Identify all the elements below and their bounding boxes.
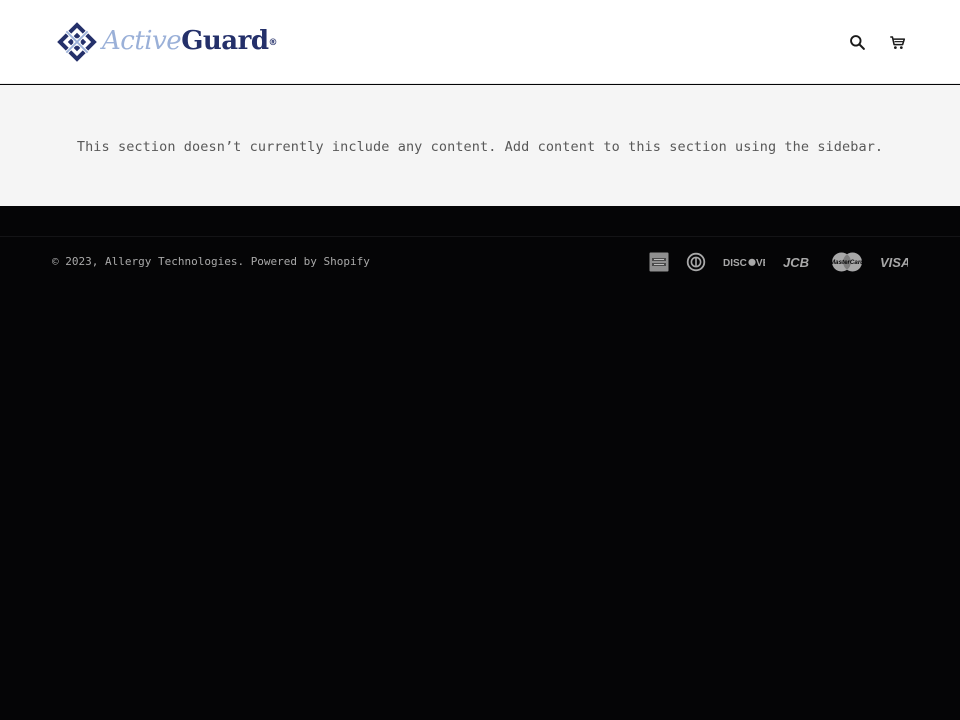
logo-word-guard: Guard (181, 26, 269, 56)
site-footer: © 2023, Allergy Technologies. Powered by… (0, 206, 960, 720)
cart-button[interactable] (886, 31, 908, 53)
discover-icon: DISC VER (723, 250, 765, 274)
search-icon (849, 34, 865, 50)
logo-wordmark: ActiveGuard® (102, 25, 278, 57)
search-button[interactable] (846, 31, 868, 53)
empty-content-section: This section doesn’t currently include a… (0, 85, 960, 206)
svg-text:VER: VER (756, 258, 765, 268)
copyright-prefix: © 2023, (52, 255, 105, 268)
svg-text:VISA: VISA (880, 255, 908, 269)
activeguard-logo-icon (57, 22, 97, 62)
header-actions (846, 30, 908, 54)
empty-section-message: This section doesn’t currently include a… (76, 138, 884, 155)
site-logo[interactable]: ActiveGuard® (54, 19, 278, 65)
mastercard-icon: MasterCard (831, 250, 863, 274)
copyright-separator: . (237, 255, 251, 268)
svg-text:DISC: DISC (723, 258, 747, 268)
visa-icon: VISA (880, 250, 908, 274)
cart-icon (889, 35, 905, 49)
powered-by-link[interactable]: Powered by Shopify (251, 255, 370, 268)
svg-text:MasterCard: MasterCard (831, 259, 863, 266)
american-express-icon (649, 250, 669, 274)
jcb-icon: JCB (782, 250, 814, 274)
registered-mark: ® (268, 38, 278, 48)
company-link[interactable]: Allergy Technologies (105, 255, 237, 268)
footer-divider (0, 236, 960, 237)
payment-icons: DISC VER JCB MasterCard VISA (649, 249, 908, 275)
copyright: © 2023, Allergy Technologies. Powered by… (52, 255, 370, 269)
logo-word-active: Active (102, 26, 182, 56)
site-header: ActiveGuard® (0, 0, 960, 84)
diners-club-icon (686, 250, 706, 274)
svg-text:JCB: JCB (783, 255, 809, 269)
